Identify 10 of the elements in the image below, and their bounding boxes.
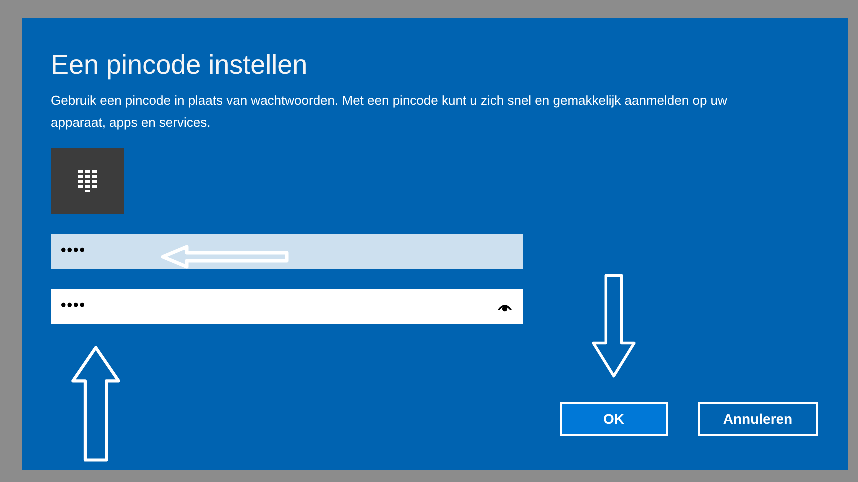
pin-field[interactable]: •••• xyxy=(51,289,523,324)
pin-value: •••• xyxy=(61,241,86,262)
dialog-title: Een pincode instellen xyxy=(51,49,309,82)
cancel-button[interactable]: Annuleren xyxy=(698,402,818,436)
keypad-icon xyxy=(78,170,97,192)
arrow-icon xyxy=(160,245,290,269)
pin-field[interactable]: •••• xyxy=(51,234,523,269)
pin-value: •••• xyxy=(61,296,86,316)
dialog-description: Gebruik een pincode in plaats van wachtwoorden. Met een pincode kunt u zich snel en gemakkelijk aanmelden op uw apparaat, apps en services. xyxy=(51,92,728,132)
ok-button[interactable]: OK xyxy=(560,402,668,436)
